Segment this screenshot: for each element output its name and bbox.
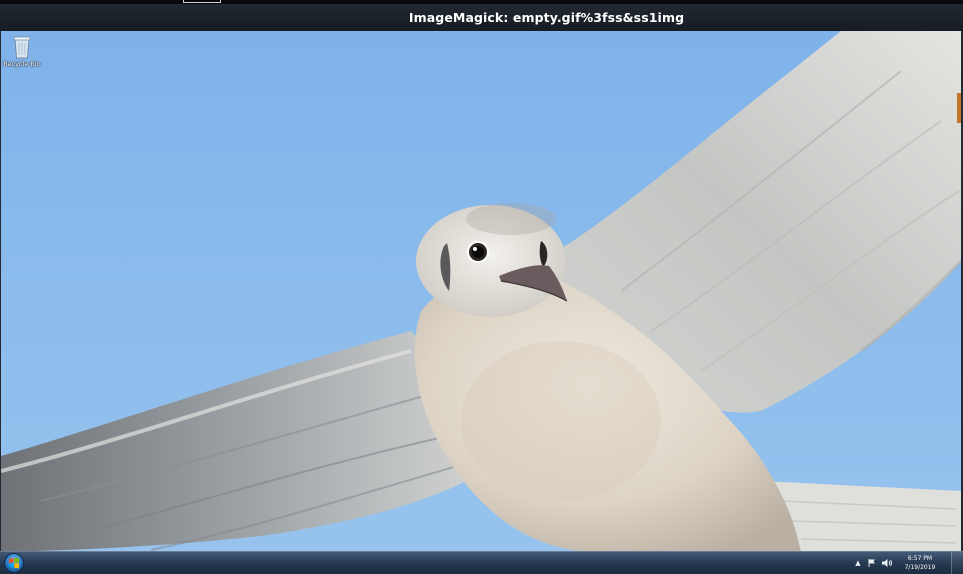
window-titlebar[interactable]: ImageMagick: empty.gif%3fss&ss1img <box>0 4 963 32</box>
screen: ImageMagick: empty.gif%3fss&ss1img Recyc… <box>0 0 963 574</box>
seagull-wallpaper-image <box>1 31 961 552</box>
window-title: ImageMagick: empty.gif%3fss&ss1img <box>408 10 685 25</box>
desktop-icon-recycle-bin[interactable]: Recycle Bin <box>3 35 41 75</box>
top-strip-marker <box>183 0 221 3</box>
clock-time: 6:57 PM <box>907 555 933 562</box>
action-center-flag-icon[interactable] <box>867 558 877 568</box>
desktop-wallpaper: Recycle Bin <box>1 31 961 552</box>
windows-logo-icon <box>9 557 19 569</box>
taskbar-clock[interactable]: 6:57 PM 7/19/2019 <box>899 554 941 572</box>
wallpaper-edge-accent <box>957 93 961 123</box>
recycle-bin-label: Recycle Bin <box>3 60 41 68</box>
show-desktop-button[interactable] <box>951 552 963 574</box>
system-tray: ▲ 6:57 PM 7/19/2019 <box>853 552 963 574</box>
volume-icon[interactable] <box>881 557 893 569</box>
recycle-bin-icon <box>13 36 31 59</box>
taskbar: ▲ 6:57 PM 7/19/2019 <box>0 551 963 574</box>
clock-date: 7/19/2019 <box>904 564 936 571</box>
start-button[interactable] <box>4 553 24 573</box>
show-hidden-icons-chevron-icon[interactable]: ▲ <box>853 557 863 569</box>
